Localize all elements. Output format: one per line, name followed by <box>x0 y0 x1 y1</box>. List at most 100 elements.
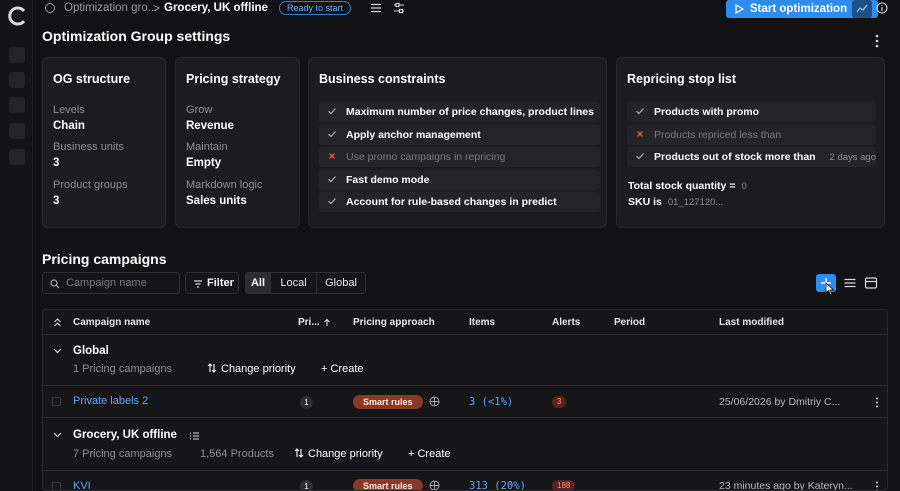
cross-icon <box>329 153 335 159</box>
analytics-button[interactable] <box>852 0 872 18</box>
col-items[interactable]: Items <box>469 317 495 328</box>
row-checkbox[interactable] <box>52 397 61 406</box>
business-units-label: Business units <box>53 141 124 153</box>
change-priority-grocery-button[interactable]: Change priority <box>294 448 383 460</box>
campaign-name-link[interactable]: Private labels 2 <box>73 395 148 407</box>
levels-label: Levels <box>53 104 85 116</box>
markdown-logic-value: Sales units <box>186 195 247 207</box>
rail-item-1[interactable] <box>9 47 25 63</box>
row-divider <box>43 470 887 471</box>
cross-icon <box>637 131 643 137</box>
pricing-strategy-title: Pricing strategy <box>186 72 281 86</box>
chevron-down-icon[interactable] <box>53 348 62 354</box>
og-structure-title: OG structure <box>53 72 131 86</box>
change-priority-label: Change priority <box>308 448 383 460</box>
priority-badge: 1 <box>300 396 313 409</box>
search-placeholder: Campaign name <box>66 277 147 289</box>
create-global-button[interactable]: + Create <box>321 363 364 375</box>
total-stock-value: 0 <box>741 181 747 192</box>
sliders-icon[interactable] <box>393 2 405 14</box>
chevron-down-icon[interactable] <box>53 432 62 438</box>
sort-icon[interactable] <box>53 318 62 327</box>
pricing-strategy-card: Pricing strategy Grow Revenue Maintain E… <box>175 57 300 228</box>
constraint-promo-campaigns: Use promo campaigns in repricing <box>319 147 600 167</box>
breadcrumb-current: Grocery, UK offline <box>164 2 268 14</box>
sku-value: 01_127120... <box>667 197 724 208</box>
col-alerts[interactable]: Alerts <box>552 317 580 328</box>
change-priority-label: Change priority <box>221 363 296 375</box>
stop-label: Products with promo <box>654 106 759 118</box>
start-optimization-label: Start optimization <box>750 3 848 15</box>
markdown-logic-label: Markdown logic <box>186 179 263 191</box>
app-logo-icon[interactable] <box>8 6 28 26</box>
col-campaign-name[interactable]: Campaign name <box>73 317 150 328</box>
rail-item-5[interactable] <box>9 149 25 165</box>
row-divider <box>43 385 887 386</box>
campaign-search-input[interactable]: Campaign name <box>42 272 180 294</box>
check-icon <box>328 108 336 115</box>
business-units-value: 3 <box>53 157 60 169</box>
globe-icon <box>429 480 440 490</box>
items-link[interactable]: 313 (20%) <box>469 480 526 490</box>
swap-vertical-icon <box>207 363 217 373</box>
header-divider <box>43 334 887 335</box>
grow-label: Grow <box>186 104 213 116</box>
scope-all-tab[interactable]: All <box>245 272 271 294</box>
items-link[interactable]: 3 (<1%) <box>469 396 513 408</box>
product-groups-value: 3 <box>53 195 60 207</box>
rail-item-3[interactable] <box>9 97 25 113</box>
group-title-global: Global <box>73 345 109 357</box>
check-icon <box>328 131 336 138</box>
approach-badge: Smart rules <box>353 395 423 409</box>
filter-label: Filter <box>207 277 234 289</box>
sort-asc-icon[interactable] <box>323 318 331 327</box>
swap-vertical-icon <box>294 448 304 458</box>
stop-label: Products out of stock more than <box>654 151 816 163</box>
list-icon[interactable] <box>189 431 200 441</box>
row-checkbox[interactable] <box>52 482 61 490</box>
left-rail <box>0 0 33 491</box>
total-stock-label: Total stock quantity = <box>628 180 736 192</box>
group-products-grocery: 1,564 Products <box>200 448 274 460</box>
change-priority-global-button[interactable]: Change priority <box>207 363 296 375</box>
rail-item-2[interactable] <box>9 72 25 88</box>
row-more-icon[interactable] <box>875 397 879 408</box>
constraint-rule-based-changes: Account for rule-based changes in predic… <box>319 192 600 212</box>
constraint-label: Fast demo mode <box>346 174 430 186</box>
grow-value: Revenue <box>186 120 234 132</box>
menu-icon[interactable] <box>370 2 382 14</box>
filter-button[interactable]: Filter <box>185 272 239 294</box>
campaign-name-link[interactable]: KVI <box>73 480 91 490</box>
alerts-badge[interactable]: 3 <box>552 396 567 408</box>
business-constraints-card: Business constraints Maximum number of p… <box>308 57 607 228</box>
rail-item-4[interactable] <box>9 123 25 139</box>
card-view-icon[interactable] <box>864 276 878 290</box>
scope-global-tab[interactable]: Global <box>316 272 366 294</box>
constraint-label: Use promo campaigns in repricing <box>346 151 506 163</box>
last-modified-value: 25/06/2026 by Dmitriy C... <box>719 396 841 408</box>
col-last-modified[interactable]: Last modified <box>719 317 784 328</box>
col-period[interactable]: Period <box>614 317 645 328</box>
info-icon[interactable] <box>876 2 888 14</box>
product-groups-label: Product groups <box>53 179 128 191</box>
priority-badge: 1 <box>300 480 313 490</box>
group-title-grocery: Grocery, UK offline <box>73 429 177 441</box>
breadcrumb-parent[interactable]: Optimization gro... <box>64 2 157 14</box>
maintain-label: Maintain <box>186 141 228 153</box>
row-more-icon[interactable] <box>875 481 879 491</box>
alerts-badge[interactable]: 188 <box>552 480 576 490</box>
constraint-label: Account for rule-based changes in predic… <box>346 196 557 208</box>
col-pricing-approach[interactable]: Pricing approach <box>353 317 435 328</box>
create-grocery-button[interactable]: + Create <box>408 448 451 460</box>
list-view-icon[interactable] <box>843 276 857 290</box>
total-stock-line: Total stock quantity = 0 <box>628 180 747 192</box>
og-structure-card: OG structure Levels Chain Business units… <box>42 57 166 228</box>
col-priority[interactable]: Pri... <box>298 317 320 328</box>
maintain-value: Empty <box>186 157 222 169</box>
settings-more-icon[interactable] <box>874 34 880 48</box>
campaigns-title: Pricing campaigns <box>42 251 167 267</box>
filter-icon <box>194 280 202 288</box>
stop-list-title: Repricing stop list <box>627 72 737 86</box>
scope-local-tab[interactable]: Local <box>270 272 317 294</box>
stop-products-with-promo: Products with promo <box>627 102 876 122</box>
